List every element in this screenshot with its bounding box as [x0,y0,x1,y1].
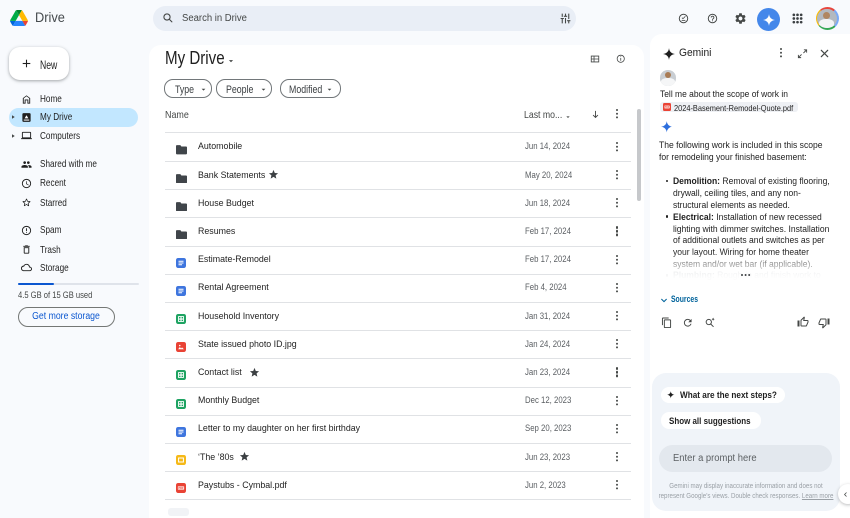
svg-text:PDF: PDF [664,107,669,109]
svg-text:PDF: PDF [179,486,185,490]
